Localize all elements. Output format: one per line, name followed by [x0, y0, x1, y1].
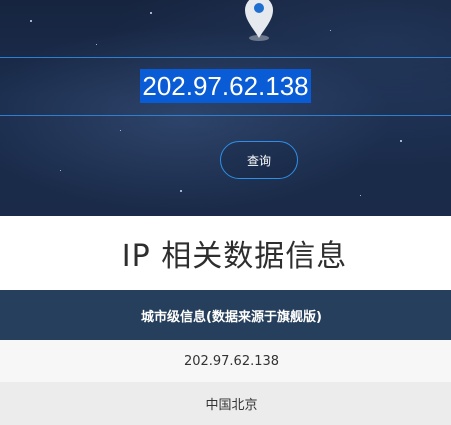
star-decoration — [60, 170, 61, 171]
query-button[interactable]: 查询 — [220, 141, 298, 179]
input-bottom-border — [0, 115, 451, 116]
star-decoration — [96, 44, 97, 45]
search-hero: 202.97.62.138 查询 — [0, 0, 451, 216]
star-decoration — [30, 20, 32, 22]
star-decoration — [150, 12, 152, 14]
star-decoration — [400, 140, 402, 142]
location-pin-icon — [245, 0, 273, 41]
table-header: 城市级信息(数据来源于旗舰版) — [0, 290, 451, 340]
star-decoration — [330, 30, 331, 31]
ip-search-input[interactable]: 202.97.62.138 — [0, 57, 451, 115]
table-row: 202.97.62.138 — [0, 340, 451, 382]
ip-input-value[interactable]: 202.97.62.138 — [140, 69, 311, 103]
section-title: IP 相关数据信息 — [121, 239, 348, 274]
star-decoration — [360, 195, 361, 196]
table-row: 中国北京 — [0, 382, 451, 425]
star-decoration — [120, 130, 121, 131]
star-decoration — [180, 190, 182, 192]
